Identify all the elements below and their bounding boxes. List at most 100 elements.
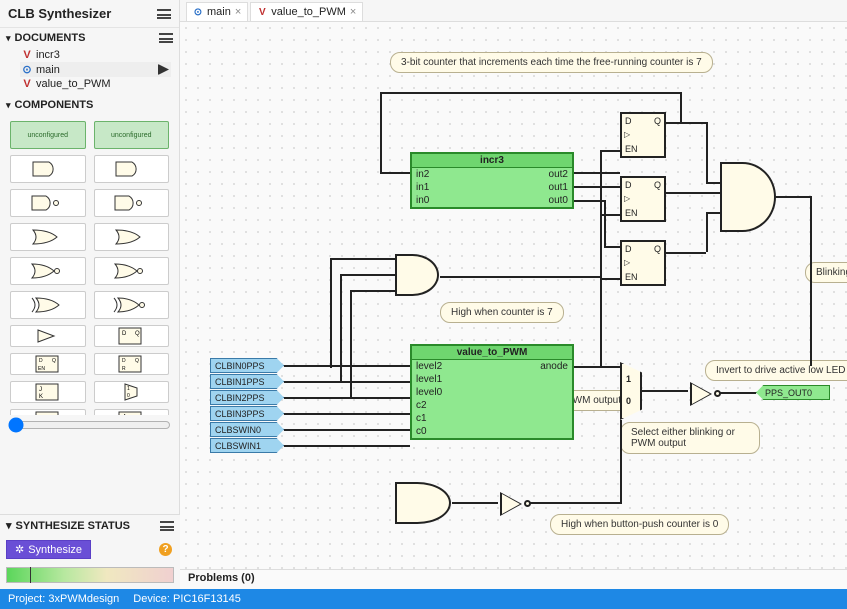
component-mux[interactable]: 10 xyxy=(94,381,170,403)
mux-in1: 1 xyxy=(626,374,631,384)
block-value-to-pwm[interactable]: value_to_PWM level2anode level1 level0 c… xyxy=(410,344,574,440)
chevron-down-icon: ▾ xyxy=(6,33,11,44)
port-level2: level2 xyxy=(416,361,442,372)
doc-item-main[interactable]: ⊙ main xyxy=(20,62,171,77)
component-dff[interactable]: DQ xyxy=(94,325,170,347)
palette-scrollbar[interactable] xyxy=(8,417,171,433)
component-xor2[interactable] xyxy=(10,291,86,319)
svg-text:0: 0 xyxy=(127,393,130,399)
menu-icon[interactable] xyxy=(159,33,173,43)
tab-value-to-pwm[interactable]: V value_to_PWM × xyxy=(250,2,363,21)
flipflop-bit0[interactable]: D Q ▷ EN xyxy=(620,240,666,286)
close-icon[interactable]: × xyxy=(350,6,356,18)
port-c0: c0 xyxy=(416,426,427,437)
component-nor3[interactable] xyxy=(94,257,170,285)
component-dff-en[interactable]: DQEN xyxy=(10,353,86,375)
menu-icon[interactable] xyxy=(160,521,174,531)
component-nand2[interactable] xyxy=(10,189,86,217)
not-gate[interactable] xyxy=(500,492,522,516)
sidebar: CLB Synthesizer ▾ DOCUMENTS V incr3 ⊙ ma… xyxy=(0,0,180,589)
component-output-tag[interactable]: unconfigured xyxy=(94,121,170,149)
doc-label: incr3 xyxy=(36,49,60,61)
component-and3[interactable] xyxy=(94,155,170,183)
clock-icon: ▷ xyxy=(624,258,630,267)
mux-2to1[interactable]: 1 0 xyxy=(620,362,642,420)
port-in0: in0 xyxy=(416,195,429,206)
port-c2: c2 xyxy=(416,400,427,411)
flipflop-bit2[interactable]: D Q ▷ EN xyxy=(620,112,666,158)
comment-high0[interactable]: High when button-push counter is 0 xyxy=(550,514,729,535)
help-icon[interactable]: ? xyxy=(159,543,172,556)
flipflop-bit1[interactable]: D Q ▷ EN xyxy=(620,176,666,222)
component-lut4[interactable]: AB xyxy=(94,409,170,415)
synthesize-button[interactable]: ✲ Synthesize xyxy=(6,540,91,559)
svg-text:D: D xyxy=(39,358,43,364)
component-lut[interactable]: LUT xyxy=(10,409,86,415)
or-gate[interactable] xyxy=(395,482,451,524)
synthesize-status-panel: ▾ SYNTHESIZE STATUS ✲ Synthesize ? xyxy=(0,514,180,589)
components-header[interactable]: ▾ COMPONENTS xyxy=(0,95,179,115)
problems-panel[interactable]: Problems (0) xyxy=(180,569,847,589)
main-area: ⊙ main × V value_to_PWM × 3-bit counter … xyxy=(180,0,847,589)
comment-high7[interactable]: High when counter is 7 xyxy=(440,302,564,323)
mux-in0: 0 xyxy=(626,396,631,406)
component-nor2[interactable] xyxy=(10,257,86,285)
component-jk[interactable]: JK xyxy=(10,381,86,403)
input-clbin2pps[interactable]: CLBIN2PPS xyxy=(210,390,284,405)
port-out2: out2 xyxy=(549,169,568,180)
dff-d: D xyxy=(625,180,632,190)
dff-d: D xyxy=(625,116,632,126)
chevron-down-icon: ▾ xyxy=(6,519,12,532)
status-bar: Project: 3xPWMdesign Device: PIC16F13145 xyxy=(0,589,847,609)
component-dff-sr[interactable]: DQR xyxy=(94,353,170,375)
input-clbin0pps[interactable]: CLBIN0PPS xyxy=(210,358,284,373)
component-xnor2[interactable] xyxy=(94,291,170,319)
component-or3[interactable] xyxy=(94,223,170,251)
not-gate-led[interactable] xyxy=(690,382,712,406)
tab-main[interactable]: ⊙ main × xyxy=(186,2,248,21)
component-nand3[interactable] xyxy=(94,189,170,217)
input-clbswin0[interactable]: CLBSWIN0 xyxy=(210,422,284,437)
port-in1: in1 xyxy=(416,182,429,193)
components-label: COMPONENTS xyxy=(15,99,94,111)
component-or2[interactable] xyxy=(10,223,86,251)
project-info: Project: 3xPWMdesign xyxy=(8,593,119,605)
port-level1: level1 xyxy=(416,374,442,385)
documents-header[interactable]: ▾ DOCUMENTS xyxy=(0,28,179,48)
menu-icon[interactable] xyxy=(157,9,171,19)
input-clbin3pps[interactable]: CLBIN3PPS xyxy=(210,406,284,421)
and-gate-enable[interactable] xyxy=(395,254,439,296)
component-buffer[interactable] xyxy=(10,325,86,347)
clock-icon: ▷ xyxy=(624,130,630,139)
input-clbin1pps[interactable]: CLBIN1PPS xyxy=(210,374,284,389)
dff-en: EN xyxy=(625,144,638,154)
palette-scroll[interactable] xyxy=(0,415,179,438)
svg-text:K: K xyxy=(39,394,43,400)
port-in2: in2 xyxy=(416,169,429,180)
comment-counter[interactable]: 3-bit counter that increments each time … xyxy=(390,52,713,73)
schematic-canvas[interactable]: 3-bit counter that increments each time … xyxy=(180,22,847,569)
doc-item-incr3[interactable]: V incr3 xyxy=(20,48,171,62)
device-name: PIC16F13145 xyxy=(173,593,241,605)
and-gate-blink[interactable] xyxy=(720,162,776,232)
dff-q: Q xyxy=(654,180,661,190)
documents-list: V incr3 ⊙ main V value_to_PWM xyxy=(0,48,179,95)
comment-invled[interactable]: Invert to drive active low LED xyxy=(705,360,847,381)
component-and2[interactable] xyxy=(10,155,86,183)
play-icon[interactable] xyxy=(158,64,169,75)
output-pps-out0[interactable]: PPS_OUT0 xyxy=(756,385,830,400)
block-incr3[interactable]: incr3 in2out2 in1out1 in0out0 xyxy=(410,152,574,209)
input-clbswin1[interactable]: CLBSWIN1 xyxy=(210,438,284,453)
tab-label: value_to_PWM xyxy=(271,6,346,18)
chevron-down-icon: ▾ xyxy=(6,100,11,111)
synthesize-status-label: SYNTHESIZE STATUS xyxy=(16,520,131,532)
svg-text:Q: Q xyxy=(135,331,140,337)
dff-q: Q xyxy=(654,116,661,126)
project-label: Project: xyxy=(8,593,45,605)
close-icon[interactable]: × xyxy=(235,6,241,18)
doc-item-value-to-pwm[interactable]: V value_to_PWM xyxy=(20,77,171,91)
svg-text:Q: Q xyxy=(135,358,139,364)
component-input-tag[interactable]: unconfigured xyxy=(10,121,86,149)
comment-sel[interactable]: Select either blinking or PWM output xyxy=(620,422,760,454)
svg-text:R: R xyxy=(122,366,126,372)
